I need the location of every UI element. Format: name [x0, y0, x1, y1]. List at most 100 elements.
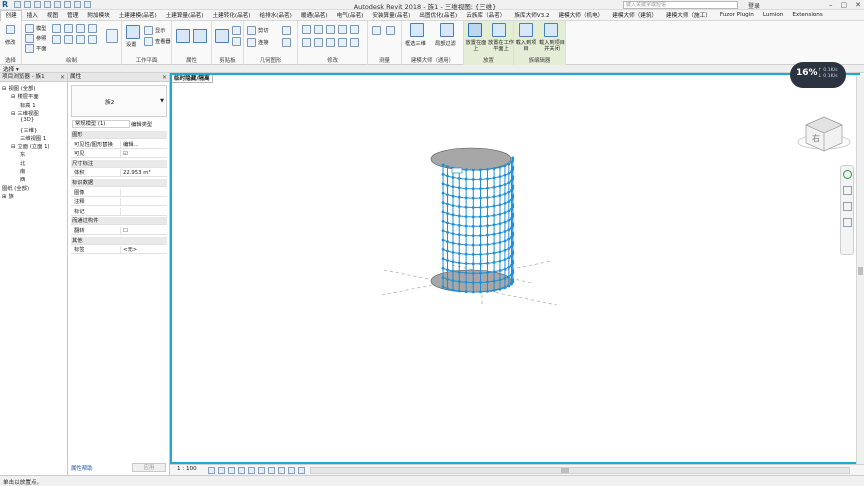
- property-value[interactable]: 22.953 m³: [120, 169, 164, 178]
- undo-icon[interactable]: [34, 1, 41, 8]
- model-button[interactable]: 模型: [36, 25, 46, 32]
- polygon-icon[interactable]: [76, 24, 85, 33]
- join-geometry-icon[interactable]: [247, 38, 256, 47]
- redo-icon[interactable]: [44, 1, 51, 8]
- box-3d-button[interactable]: 框选三维: [405, 40, 426, 47]
- tab-10[interactable]: 电气(品茗): [332, 11, 368, 19]
- tab-13[interactable]: 云族库（品茗）: [462, 11, 510, 19]
- search-input[interactable]: 键入关键字或短语: [623, 1, 738, 9]
- load-into-project-icon[interactable]: [519, 23, 533, 37]
- close-icon[interactable]: ✕: [162, 73, 167, 82]
- print-icon[interactable]: [54, 1, 61, 8]
- rotate-icon[interactable]: [326, 38, 335, 47]
- plane-button[interactable]: 平面: [36, 45, 46, 52]
- browser-item[interactable]: 西: [20, 175, 25, 183]
- steering-wheel-icon[interactable]: [843, 170, 852, 179]
- horizontal-scrollbar[interactable]: [310, 467, 850, 474]
- ellipse-icon[interactable]: [76, 35, 85, 44]
- label-tag[interactable]: [451, 167, 463, 174]
- browser-item[interactable]: ⊟ 视图 (全部): [2, 84, 35, 92]
- group-label-work-plane[interactable]: 工作平面: [122, 56, 171, 64]
- spline-icon[interactable]: [64, 35, 73, 44]
- viewer-icon[interactable]: [144, 37, 153, 46]
- mirror-draw-icon[interactable]: [338, 25, 347, 34]
- group-label-family-editor[interactable]: 族编辑器: [514, 56, 565, 64]
- visual-style-icon[interactable]: [218, 467, 225, 474]
- split-face-icon[interactable]: [282, 38, 291, 47]
- model-line-icon[interactable]: [25, 24, 34, 33]
- join-button[interactable]: 连接: [258, 39, 268, 46]
- apply-button[interactable]: 应用: [132, 463, 166, 472]
- set-button[interactable]: 设置: [126, 41, 136, 48]
- group-label-measure[interactable]: 测量: [368, 56, 401, 64]
- close-icon[interactable]: ✕: [855, 1, 861, 9]
- shadows-icon[interactable]: [238, 467, 245, 474]
- place-on-face-button[interactable]: 放置在面上: [465, 40, 487, 52]
- tab-11[interactable]: 安装算量(品茗): [368, 11, 415, 19]
- type-properties-icon[interactable]: [193, 29, 207, 43]
- 3d-viewport[interactable]: 临时隐藏/隔离 右: [170, 73, 860, 464]
- vertical-scrollbar[interactable]: [856, 75, 864, 464]
- edit-type-button[interactable]: 编辑类型: [131, 120, 152, 128]
- chevron-down-icon[interactable]: ▼: [160, 98, 164, 104]
- property-category[interactable]: 图形: [71, 131, 167, 139]
- tab-6[interactable]: 土建算量(品茗): [161, 11, 208, 19]
- collapse-icon[interactable]: ⊟: [11, 144, 15, 150]
- pick-line-icon[interactable]: [88, 35, 97, 44]
- dimension-icon[interactable]: [386, 26, 395, 35]
- browser-item[interactable]: 南: [20, 167, 25, 175]
- property-value[interactable]: ☑: [120, 150, 164, 159]
- browser-item[interactable]: 图纸 (全部): [2, 184, 29, 192]
- property-value[interactable]: [120, 188, 164, 197]
- tab-9[interactable]: 暖通(品茗): [296, 11, 332, 19]
- modify-button[interactable]: 修改: [5, 39, 15, 46]
- view-cube[interactable]: 右: [797, 116, 851, 152]
- measure-icon[interactable]: [372, 26, 381, 35]
- copy-icon[interactable]: [232, 37, 241, 46]
- place-on-face-icon[interactable]: [468, 23, 482, 37]
- temp-hide-icon[interactable]: [288, 467, 295, 474]
- text-icon[interactable]: [74, 1, 81, 8]
- delete-icon[interactable]: [350, 38, 359, 47]
- line-icon[interactable]: [52, 24, 61, 33]
- property-value[interactable]: ☐: [120, 227, 164, 235]
- move-icon[interactable]: [302, 38, 311, 47]
- orbit-icon[interactable]: [843, 218, 852, 227]
- 3d-view-icon[interactable]: [84, 1, 91, 8]
- properties-icon[interactable]: [176, 29, 190, 43]
- tab-18[interactable]: Fuzor Plugin: [715, 12, 758, 18]
- select-dropdown[interactable]: 选择 ▾: [3, 65, 19, 73]
- browser-item[interactable]: ⊟ 楼层平面: [11, 92, 39, 100]
- ref-line-icon[interactable]: [25, 34, 34, 43]
- open-icon[interactable]: [14, 1, 21, 8]
- property-value[interactable]: <无>: [120, 246, 164, 255]
- cut-icon[interactable]: [232, 26, 241, 35]
- property-row[interactable]: 可见 ☑: [71, 150, 167, 159]
- tab-7[interactable]: 土建转化(品茗): [208, 11, 255, 19]
- tab-2[interactable]: 视图: [42, 11, 62, 19]
- type-selector-preview[interactable]: 族2 ▼: [71, 85, 167, 117]
- property-category[interactable]: 尺寸标注: [71, 159, 167, 168]
- property-value[interactable]: [120, 198, 164, 207]
- property-category[interactable]: 标识数据: [71, 179, 167, 187]
- component-icon[interactable]: [106, 29, 118, 43]
- scroll-thumb[interactable]: [561, 468, 569, 473]
- tab-20[interactable]: Extensions: [788, 12, 827, 18]
- group-label-draw[interactable]: 绘制: [22, 56, 121, 64]
- tab-19[interactable]: Lumion: [758, 12, 788, 18]
- show-button[interactable]: 显示: [155, 27, 165, 34]
- group-label-select[interactable]: 选择: [0, 56, 21, 64]
- split-icon[interactable]: [350, 25, 359, 34]
- sun-path-icon[interactable]: [228, 467, 235, 474]
- render-icon[interactable]: [248, 467, 255, 474]
- tab-17[interactable]: 建模大师（施工）: [662, 11, 716, 19]
- property-row[interactable]: 图像: [71, 188, 167, 197]
- property-category[interactable]: 其他: [71, 236, 167, 245]
- tab-8[interactable]: 给排水(品茗): [255, 11, 296, 19]
- detail-level-icon[interactable]: [208, 467, 215, 474]
- local-filter-icon[interactable]: [440, 23, 454, 37]
- cut-geometry-icon[interactable]: [247, 26, 256, 35]
- group-label-modeling-master[interactable]: 建模大师（通用）: [402, 56, 463, 64]
- set-work-plane-icon[interactable]: [126, 25, 140, 39]
- browser-item[interactable]: {三维}: [20, 126, 37, 134]
